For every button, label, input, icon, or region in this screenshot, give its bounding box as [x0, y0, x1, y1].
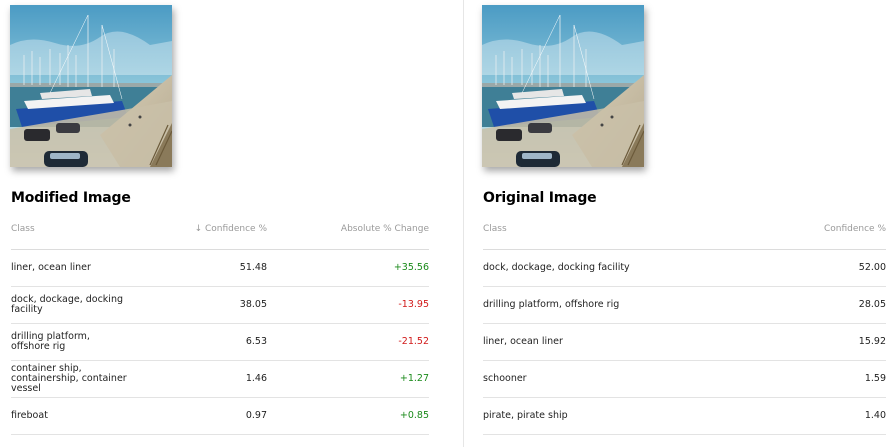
class-cell: schooner — [483, 360, 783, 398]
table-row: drilling platform, offshore rig 6.53 -21.5… — [11, 323, 429, 361]
change-cell: +0.85 — [267, 397, 429, 435]
change-cell: +35.56 — [267, 249, 429, 287]
class-cell: fireboat — [11, 397, 135, 435]
change-cell: -13.95 — [267, 286, 429, 324]
modified-image-title: Modified Image — [11, 190, 131, 206]
table-row: schooner 1.59 — [483, 360, 886, 398]
original-results-table: Class Confidence % dock, dockage, dockin… — [483, 208, 886, 435]
table-row: pirate, pirate ship 1.40 — [483, 397, 886, 435]
change-column-header[interactable]: Absolute % Change — [267, 208, 429, 250]
original-image-title: Original Image — [483, 190, 597, 206]
class-cell: pirate, pirate ship — [483, 397, 783, 435]
modified-image-panel: Modified Image Class ↓ Confidence % Abso… — [0, 0, 463, 447]
confidence-cell: 1.46 — [135, 360, 267, 398]
class-cell: dock, dockage, docking facility — [11, 286, 135, 324]
class-column-header[interactable]: Class — [483, 208, 783, 250]
table-row: drilling platform, offshore rig 28.05 — [483, 286, 886, 324]
confidence-cell: 38.05 — [135, 286, 267, 324]
class-cell: liner, ocean liner — [11, 249, 135, 287]
class-column-header[interactable]: Class — [11, 208, 135, 250]
confidence-column-header[interactable]: Confidence % — [783, 208, 886, 250]
class-cell: drilling platform, offshore rig — [483, 286, 783, 324]
table-header-row: Class Confidence % — [483, 208, 886, 250]
confidence-cell: 15.92 — [783, 323, 886, 361]
table-row: container ship, containership, container… — [11, 360, 429, 398]
original-image — [482, 5, 644, 167]
table-row: dock, dockage, docking facility 52.00 — [483, 249, 886, 287]
modified-results-table: Class ↓ Confidence % Absolute % Change l… — [11, 208, 429, 435]
table-header-row: Class ↓ Confidence % Absolute % Change — [11, 208, 429, 250]
confidence-cell: 51.48 — [135, 249, 267, 287]
modified-image — [10, 5, 172, 167]
confidence-cell: 1.40 — [783, 397, 886, 435]
confidence-cell: 0.97 — [135, 397, 267, 435]
confidence-column-header[interactable]: ↓ Confidence % — [135, 208, 267, 250]
change-cell: +1.27 — [267, 360, 429, 398]
class-cell: dock, dockage, docking facility — [483, 249, 783, 287]
table-row: dock, dockage, docking facility 38.05 -13.… — [11, 286, 429, 324]
table-row: liner, ocean liner 15.92 — [483, 323, 886, 361]
table-row: fireboat 0.97 +0.85 — [11, 397, 429, 435]
class-cell: liner, ocean liner — [483, 323, 783, 361]
confidence-cell: 1.59 — [783, 360, 886, 398]
confidence-cell: 28.05 — [783, 286, 886, 324]
table-row: liner, ocean liner 51.48 +35.56 — [11, 249, 429, 287]
class-cell: container ship, containership, container… — [11, 360, 135, 398]
confidence-cell: 52.00 — [783, 249, 886, 287]
original-image-panel: Original Image Class Confidence % dock, … — [464, 0, 891, 447]
confidence-cell: 6.53 — [135, 323, 267, 361]
class-cell: drilling platform, offshore rig — [11, 323, 135, 361]
change-cell: -21.52 — [267, 323, 429, 361]
